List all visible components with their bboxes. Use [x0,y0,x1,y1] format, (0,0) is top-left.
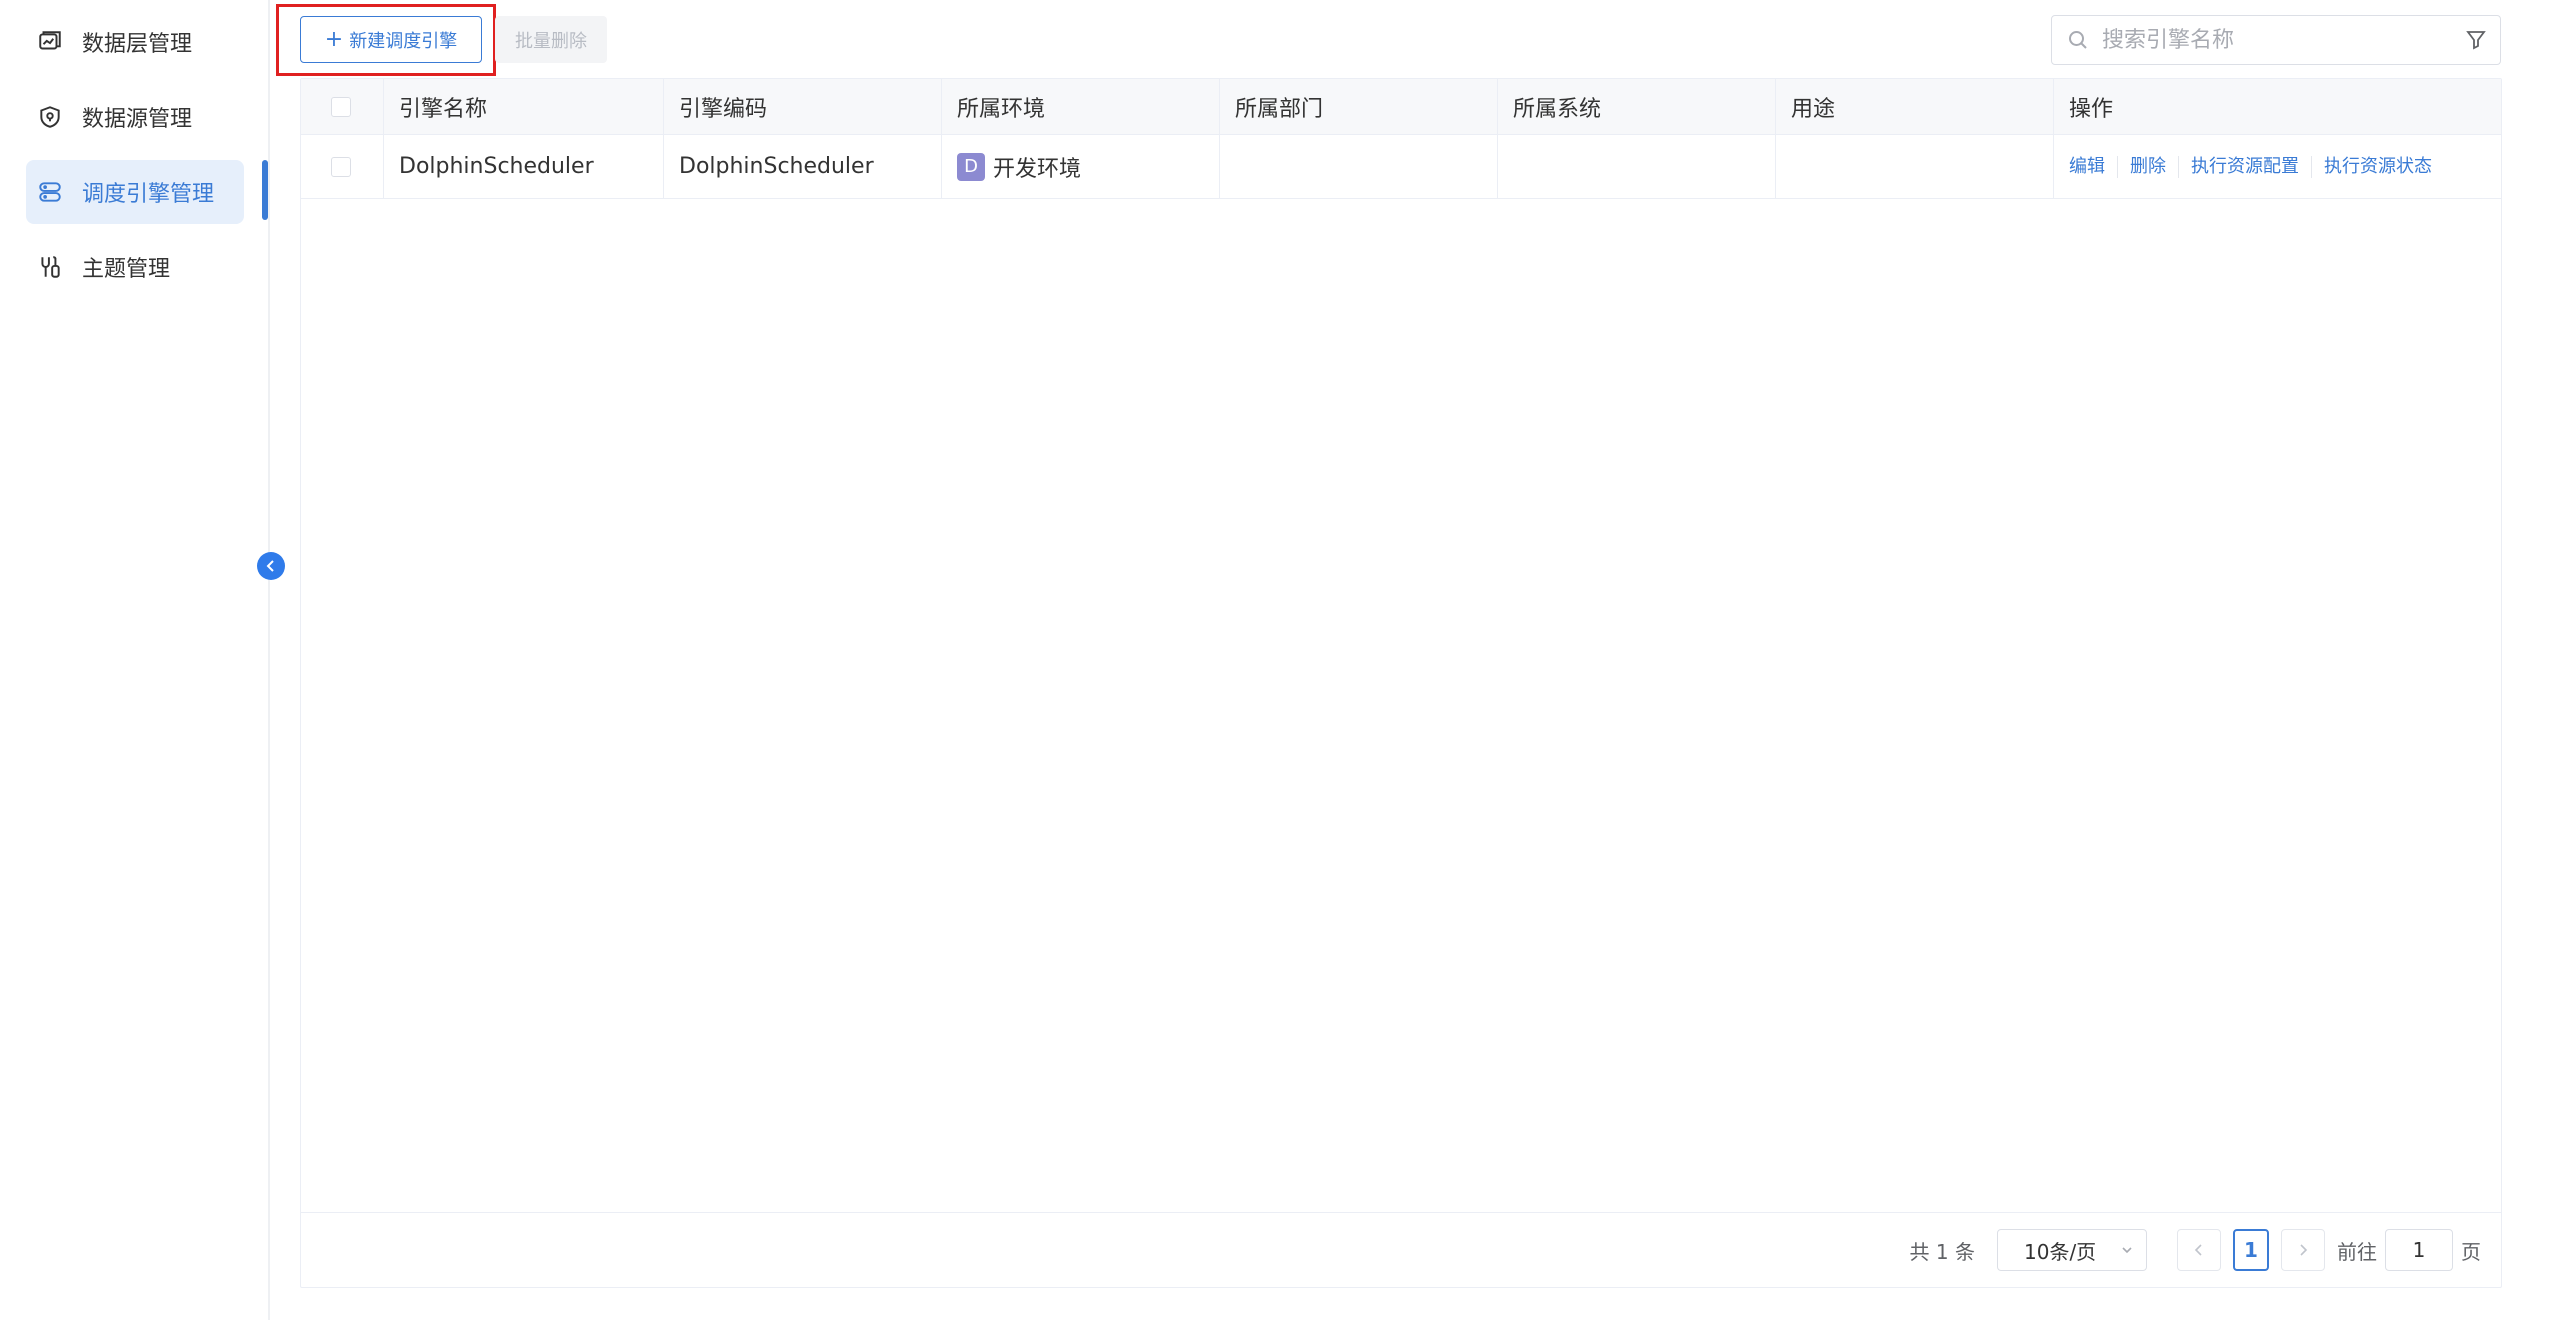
table-row: DolphinScheduler DolphinScheduler D 开发环境… [301,135,2501,199]
row-checkbox[interactable] [331,156,351,177]
sidebar-nav: 数据层管理 数据源管理 调度引擎管理 主题管理 [26,10,244,310]
column-header: 所属环境 [942,79,1220,134]
page-size-value: 10条/页 [2024,1239,2097,1264]
sidebar-item-scheduler-engine[interactable]: 调度引擎管理 [26,160,244,224]
new-engine-label: 新建调度引擎 [349,30,458,52]
next-page-button[interactable] [2281,1229,2325,1271]
pagination: 共 1 条 10条/页 1 前往 1 页 [1910,1229,2481,1271]
page-size-select[interactable]: 10条/页 [1997,1229,2147,1271]
chevron-down-icon [2122,1247,2132,1254]
actions-cell: 编辑 删除 执行资源配置 执行资源状态 [2054,135,2501,198]
engine-code-cell: DolphinScheduler [664,135,942,198]
environment-cell: D 开发环境 [942,135,1220,198]
new-engine-button[interactable]: + 新建调度引擎 [300,16,482,63]
engine-name-cell: DolphinScheduler [384,135,664,198]
sidebar-item-label: 调度引擎管理 [82,182,215,207]
column-header: 引擎编码 [664,79,942,134]
page-number-button[interactable]: 1 [2233,1229,2269,1271]
search-box [2051,15,2501,65]
sidebar: 数据层管理 数据源管理 调度引擎管理 主题管理 [0,0,270,1320]
tools-icon [34,251,66,283]
goto-label: 前往 [2337,1239,2377,1264]
plus-icon: + [324,26,344,52]
env-label: 开发环境 [993,156,1082,182]
chevron-left-icon [266,560,274,572]
chevron-right-icon [2300,1244,2308,1256]
engine-table: 引擎名称 引擎编码 所属环境 所属部门 所属系统 用途 操作 DolphinSc… [300,78,2502,1288]
system-cell [1498,135,1776,198]
row-actions: 编辑 删除 执行资源配置 执行资源状态 [2069,155,2444,178]
sidebar-item-label: 数据源管理 [82,107,193,132]
sidebar-item-label: 主题管理 [82,257,171,282]
server-icon [34,176,66,208]
prev-page-button[interactable] [2177,1229,2221,1271]
page-suffix-label: 页 [2461,1239,2481,1264]
env-badge: D [957,152,985,181]
resource-status-link[interactable]: 执行资源状态 [2311,155,2444,178]
sidebar-item-data-layer[interactable]: 数据层管理 [26,10,244,74]
chevron-left-icon [2194,1244,2202,1256]
resource-config-link[interactable]: 执行资源配置 [2178,155,2311,178]
select-all-checkbox[interactable] [331,96,351,117]
delete-link[interactable]: 删除 [2117,155,2178,178]
column-header: 操作 [2069,96,2114,122]
purpose-cell [1776,135,2054,198]
sidebar-collapse-button[interactable] [257,552,285,580]
sidebar-active-indicator [262,160,268,220]
app-root: 数据层管理 数据源管理 调度引擎管理 主题管理 + 新建调度引擎 批量删除 搜索… [0,0,2560,1320]
column-header: 所属系统 [1498,79,1776,134]
column-header: 所属部门 [1220,79,1498,134]
header-select-cell [301,79,384,134]
shield-icon [34,101,66,133]
goto-page-input[interactable] [2385,1229,2453,1271]
filter-icon[interactable] [2464,28,2488,52]
table-header: 引擎名称 引擎编码 所属环境 所属部门 所属系统 用途 操作 [301,79,2501,135]
row-select-cell [301,135,384,198]
search-icon [2069,31,2087,49]
layers-icon [34,26,66,58]
batch-delete-button[interactable]: 批量删除 [495,16,607,63]
edit-link[interactable]: 编辑 [2069,156,2117,178]
sidebar-item-data-source[interactable]: 数据源管理 [26,85,244,149]
column-header: 引擎名称 [384,79,664,134]
sidebar-item-label: 数据层管理 [82,32,193,57]
department-cell [1220,135,1498,198]
pagination-bar: 共 1 条 10条/页 1 前往 1 页 [301,1212,2501,1287]
search-input[interactable] [2102,16,2464,64]
total-count: 共 1 条 [1909,1239,1975,1264]
sidebar-item-theme[interactable]: 主题管理 [26,235,244,299]
batch-delete-label: 批量删除 [515,30,587,52]
column-header: 用途 [1776,79,2054,134]
